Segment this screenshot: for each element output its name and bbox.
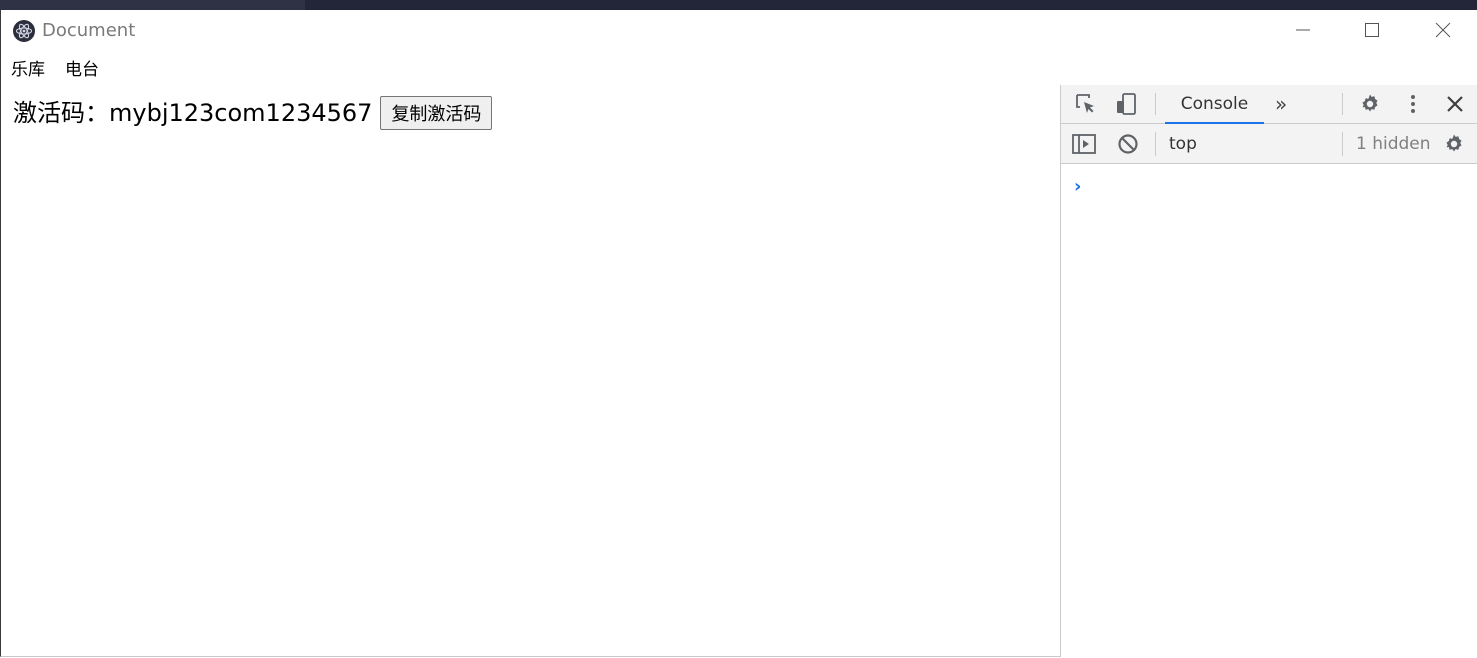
app-window: Document 乐库 电台 激活码：mybj123com1234567 复制激… xyxy=(0,10,1477,657)
close-window-button[interactable] xyxy=(1420,14,1466,50)
copy-activation-code-button[interactable]: 复制激活码 xyxy=(380,96,493,130)
settings-gear-icon[interactable] xyxy=(1356,90,1384,118)
execution-context-select[interactable]: top xyxy=(1169,132,1197,156)
activation-code-text: 激活码：mybj123com1234567 xyxy=(13,99,373,127)
taskbar-segment xyxy=(0,0,305,10)
devtools-panel: Console » top 1 hidden › xyxy=(1060,85,1477,657)
minimize-icon xyxy=(1295,22,1311,42)
inspect-element-icon[interactable] xyxy=(1072,90,1100,118)
maximize-icon xyxy=(1364,22,1380,42)
tab-console[interactable]: Console xyxy=(1165,85,1264,124)
taskbar-strip xyxy=(0,0,1477,10)
close-devtools-icon[interactable] xyxy=(1441,90,1469,118)
close-icon xyxy=(1435,22,1451,42)
electron-app-icon xyxy=(13,20,35,42)
minimize-button[interactable] xyxy=(1280,14,1326,50)
clear-console-icon[interactable] xyxy=(1114,130,1142,158)
show-sidebar-icon[interactable] xyxy=(1070,130,1098,158)
console-toolbar: top 1 hidden xyxy=(1061,124,1477,164)
menu-item-music-library[interactable]: 乐库 xyxy=(11,58,45,82)
devtools-tab-bar: Console » xyxy=(1061,85,1477,124)
maximize-button[interactable] xyxy=(1349,14,1395,50)
menu-item-radio[interactable]: 电台 xyxy=(65,58,99,82)
more-options-kebab-icon[interactable] xyxy=(1399,90,1427,118)
hidden-messages-count: 1 hidden xyxy=(1356,134,1431,154)
window-title: Document xyxy=(42,20,136,41)
activation-code-row: 激活码：mybj123com1234567 复制激活码 xyxy=(13,96,493,130)
device-toolbar-icon[interactable] xyxy=(1112,90,1140,118)
page-content: 激活码：mybj123com1234567 复制激活码 xyxy=(1,86,1060,657)
toolbar-separator xyxy=(1342,132,1343,156)
toolbar-separator xyxy=(1155,132,1156,156)
console-settings-gear-icon[interactable] xyxy=(1440,130,1468,158)
more-tabs-chevron-icon[interactable]: » xyxy=(1275,91,1287,117)
toolbar-separator xyxy=(1155,93,1156,115)
toolbar-separator xyxy=(1342,93,1343,115)
title-bar: Document xyxy=(1,10,1476,52)
console-prompt-icon[interactable]: › xyxy=(1074,177,1081,197)
